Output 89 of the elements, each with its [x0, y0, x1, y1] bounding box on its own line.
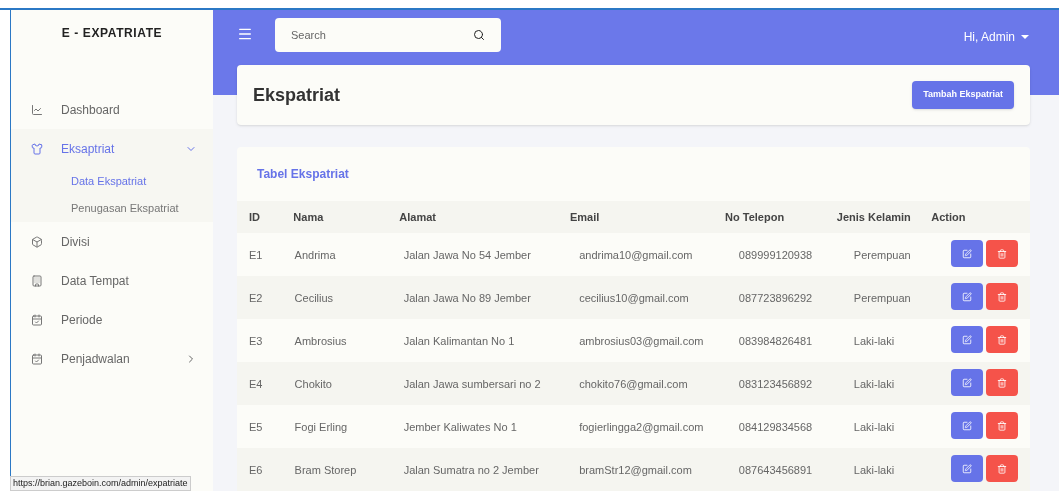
column-header: Jenis Kelamin	[836, 209, 912, 225]
table-cell: 087643456891	[738, 464, 813, 476]
edit-icon	[962, 291, 972, 302]
table-cell: E6	[249, 464, 263, 476]
column-header: ID	[249, 209, 261, 225]
column-header: Action	[931, 209, 967, 225]
table-cell: E2	[249, 292, 263, 304]
table-cell: E1	[249, 249, 263, 261]
chart-icon	[31, 103, 43, 116]
edit-button[interactable]	[951, 412, 983, 439]
nav-item[interactable]: Dashboard	[11, 90, 213, 129]
table-cell: Fogi Erling	[294, 421, 348, 433]
table-cell: E4	[249, 378, 263, 390]
delete-button[interactable]	[986, 283, 1018, 310]
edit-button[interactable]	[951, 369, 983, 396]
table-cell: Laki-laki	[853, 421, 895, 433]
column-header: Nama	[293, 209, 325, 225]
trash-icon	[997, 291, 1007, 302]
cube-icon	[31, 235, 43, 248]
nav-item[interactable]: Eksaptriat	[11, 129, 213, 168]
menu-icon[interactable]	[237, 26, 253, 42]
calendar-icon	[31, 352, 43, 365]
table-cell: Perempuan	[853, 292, 911, 304]
table-cell: 087723896292	[738, 292, 813, 304]
table-cell: Jalan Jawa No 54 Jember	[403, 249, 531, 261]
table-cell: E5	[249, 421, 263, 433]
trash-icon	[997, 420, 1007, 431]
table-cell: Jalan Kalimantan No 1	[403, 335, 515, 347]
column-header: Alamat	[399, 209, 437, 225]
table-cell: andrima10@gmail.com	[579, 249, 693, 261]
nav-subitem[interactable]: Penugasan Ekspatriat	[11, 195, 213, 222]
table-cell: fogierlingga2@gmail.com	[579, 421, 704, 433]
table-cell: 083984826481	[738, 335, 813, 347]
edit-icon	[962, 420, 972, 431]
edit-icon	[962, 377, 972, 388]
delete-button[interactable]	[986, 326, 1018, 353]
edit-button[interactable]	[951, 283, 983, 310]
trash-icon	[997, 377, 1007, 388]
building-icon	[31, 274, 43, 287]
table-cell: Cecilius	[294, 292, 334, 304]
table-cell: Ambrosius	[294, 335, 347, 347]
delete-button[interactable]	[986, 240, 1018, 267]
table-cell: Andrima	[294, 249, 336, 261]
table-cell: Laki-laki	[853, 464, 895, 476]
edit-button[interactable]	[951, 326, 983, 353]
table-cell: Jalan Jawa No 89 Jember	[403, 292, 531, 304]
nav-item[interactable]: Divisi	[11, 222, 213, 261]
trash-icon	[997, 463, 1007, 474]
table-cell: 083123456892	[738, 378, 813, 390]
table-cell: 084129834568	[738, 421, 813, 433]
table-cell: Perempuan	[853, 249, 911, 261]
table-cell: Jalan Sumatra no 2 Jember	[403, 464, 539, 476]
nav-item[interactable]: Data Tempat	[11, 261, 213, 300]
edit-button[interactable]	[951, 455, 983, 482]
edit-icon	[962, 463, 972, 474]
table-cell: Laki-laki	[853, 335, 895, 347]
search-field[interactable]: Search	[275, 18, 501, 52]
edit-icon	[962, 248, 972, 259]
column-header: No Telepon	[725, 209, 786, 225]
shirt-icon	[31, 142, 43, 155]
table-cell: Chokito	[294, 378, 332, 390]
calendar-icon	[31, 313, 43, 326]
nav-subitem[interactable]: Data Ekspatriat	[11, 168, 213, 195]
table-cell: bramStr12@gmail.com	[579, 464, 692, 476]
user-menu[interactable]: Hi, Admin	[963, 28, 1029, 46]
nav-item[interactable]: Periode	[11, 300, 213, 339]
add-button[interactable]: Tambah Ekspatriat	[912, 81, 1014, 109]
brand-title: E - EXPATRIATE	[60, 25, 164, 42]
table-cell: Jalan Jawa sumbersari no 2	[403, 378, 541, 390]
table-cell: ambrosius03@gmail.com	[579, 335, 704, 347]
table-title: Tabel Ekspatriat	[256, 166, 350, 183]
table-cell: Jember Kaliwates No 1	[403, 421, 517, 433]
table-cell: chokito76@gmail.com	[579, 378, 688, 390]
edit-icon	[962, 334, 972, 345]
nav-item[interactable]: Penjadwalan	[11, 339, 213, 378]
column-header: Email	[569, 209, 601, 225]
delete-button[interactable]	[986, 412, 1018, 439]
table-cell: Bram Storep	[294, 464, 357, 476]
delete-button[interactable]	[986, 455, 1018, 482]
edit-button[interactable]	[951, 240, 983, 267]
table-cell: cecilius10@gmail.com	[579, 292, 689, 304]
trash-icon	[997, 248, 1007, 259]
table-cell: E3	[249, 335, 263, 347]
page-title: Ekspatriat	[253, 83, 342, 107]
search-icon[interactable]	[473, 29, 485, 41]
table-cell: 089999120938	[738, 249, 813, 261]
delete-button[interactable]	[986, 369, 1018, 396]
trash-icon	[997, 334, 1007, 345]
table-cell: Laki-laki	[853, 378, 895, 390]
